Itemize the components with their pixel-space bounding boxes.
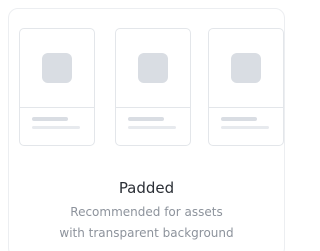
preview-thumb-area — [116, 29, 190, 108]
image-placeholder-icon — [138, 53, 168, 83]
preview-text-line — [128, 126, 176, 129]
preview-mini-card — [19, 28, 95, 146]
preview-text-line — [221, 117, 257, 121]
preview-thumb-area — [20, 29, 94, 108]
preview-text-line — [32, 117, 68, 121]
option-description-line: with transparent background — [59, 226, 234, 240]
image-placeholder-icon — [42, 53, 72, 83]
padded-layout-preview — [19, 28, 286, 160]
preview-text-line — [221, 126, 269, 129]
option-title: Padded — [118, 179, 175, 197]
preview-mini-card — [208, 28, 284, 146]
preview-thumb-area — [209, 29, 283, 108]
image-placeholder-icon — [231, 53, 261, 83]
preview-text-line — [128, 117, 164, 121]
padded-option-card[interactable]: Padded Recommended for assets with trans… — [8, 8, 285, 251]
preview-mini-card — [115, 28, 191, 146]
option-description: Recommended for assets with transparent … — [9, 202, 284, 244]
option-description-line: Recommended for assets — [70, 205, 223, 219]
preview-text-line — [32, 126, 80, 129]
